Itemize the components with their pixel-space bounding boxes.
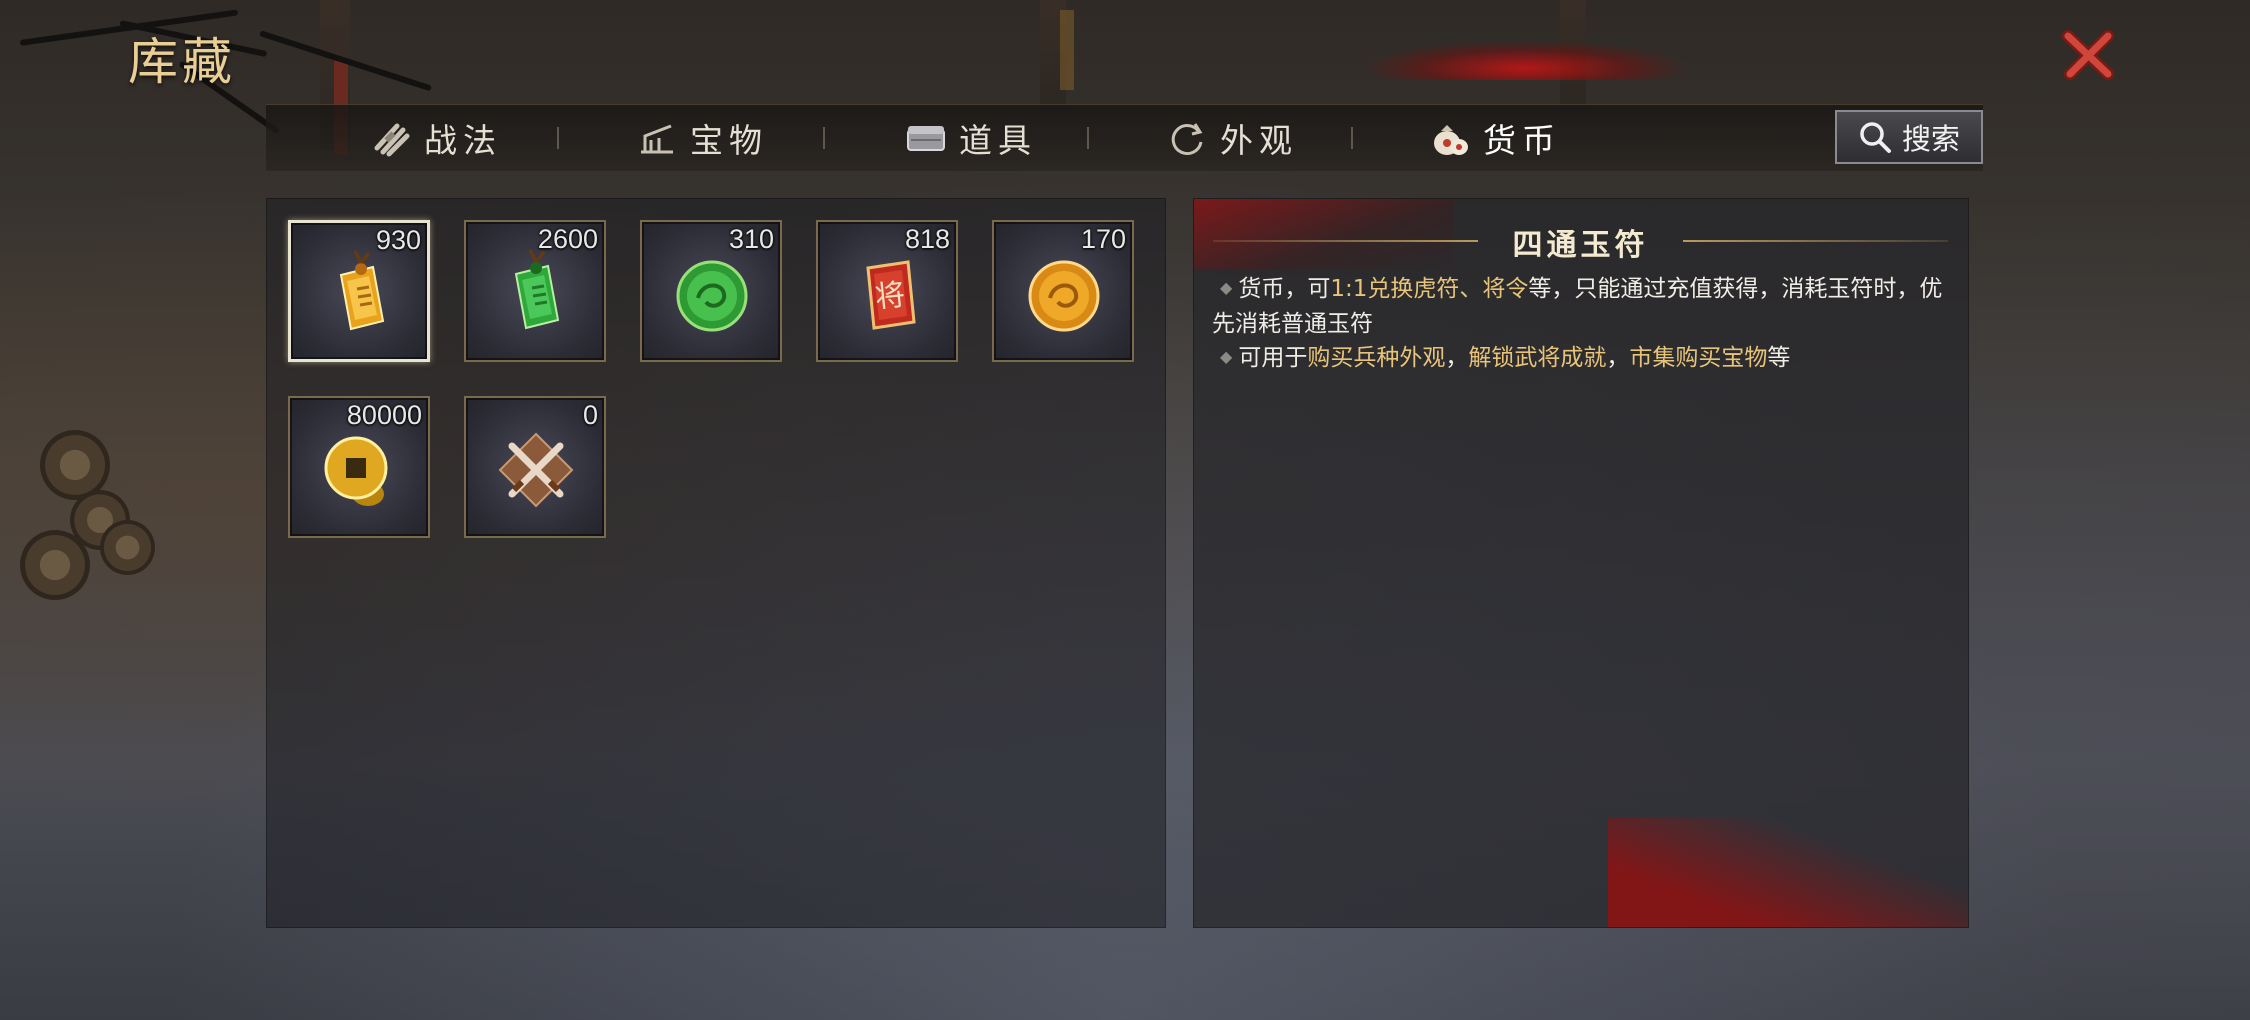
tab-tactics[interactable]: 战法	[336, 105, 536, 171]
tab-divider	[1351, 127, 1353, 149]
tab-treasures[interactable]: 宝物	[602, 105, 802, 171]
background-scroll	[100, 520, 155, 575]
item-name: 四通玉符	[1512, 228, 1649, 263]
tab-label: 货币	[1483, 121, 1561, 160]
search-button[interactable]: 搜索	[1835, 110, 1983, 164]
gold-dragon-coin-icon	[1028, 260, 1100, 332]
desc-text: 等	[1767, 345, 1791, 371]
inventory-item-crossed-swords-token[interactable]: 0	[464, 396, 606, 538]
desc-highlight: 解锁武将成就	[1468, 345, 1607, 371]
desc-highlight: 市集购买宝物	[1629, 345, 1768, 371]
inventory-item-general-order-token[interactable]: 818 将	[816, 220, 958, 362]
desc-highlight: 购买兵种外观	[1307, 345, 1446, 371]
bullet-icon: ◆	[1220, 278, 1233, 297]
scroll-bundle-icon	[370, 117, 412, 159]
background-tassel	[1060, 10, 1074, 90]
crossed-swords-icon	[498, 432, 574, 508]
tab-divider	[557, 127, 559, 149]
general-order-token-icon: 将	[866, 260, 916, 330]
close-icon	[2062, 30, 2114, 80]
active-tab-glow	[1360, 40, 1690, 80]
inventory-item-green-jade-coin[interactable]: 310	[640, 220, 782, 362]
search-icon	[1860, 122, 1891, 153]
tab-appearance[interactable]: 外观	[1132, 105, 1332, 171]
inventory-item-gold-jade-tally[interactable]: 930	[288, 220, 430, 362]
close-button[interactable]	[2058, 24, 2120, 86]
page-title: 库藏	[128, 33, 236, 91]
desc-text: ，	[1445, 345, 1469, 371]
money-bag-icon	[1429, 117, 1471, 159]
item-description-2: ◆ 可用于购买兵种外观，解锁武将成就，市集购买宝物等	[1212, 339, 1960, 376]
desc-text: 货币，可	[1238, 276, 1331, 302]
search-label: 搜索	[1901, 122, 1960, 156]
inventory-item-gold-dragon-coin[interactable]: 170	[992, 220, 1134, 362]
tab-divider	[823, 127, 825, 149]
tab-label: 战法	[424, 121, 502, 160]
bullet-icon: ◆	[1220, 347, 1233, 366]
desc-highlight: 1:1兑换虎符、将令	[1330, 276, 1529, 302]
tab-currency[interactable]: 货币	[1395, 105, 1595, 171]
decor-red-brush	[1608, 817, 1968, 927]
svg-text:将: 将	[873, 278, 906, 316]
treasure-icon	[636, 117, 678, 159]
chest-icon	[905, 117, 947, 159]
gold-jade-tally-icon	[339, 250, 385, 331]
item-description-1: ◆ 货币，可1:1兑换虎符、将令等，只能通过充值获得，消耗玉符时，优先消耗普通玉符	[1212, 270, 1960, 342]
tab-bar: 战法 宝物 道具 外观 货币	[266, 104, 1983, 172]
tab-label: 道具	[959, 121, 1037, 160]
background-scroll	[20, 530, 90, 600]
detail-title-bar: 四通玉符	[1213, 216, 1948, 266]
refresh-swirl-icon	[1166, 117, 1208, 159]
green-jade-tally-icon	[514, 249, 560, 330]
tab-label: 宝物	[690, 121, 768, 160]
copper-coin-icon	[324, 436, 388, 506]
green-jade-coin-icon	[676, 260, 748, 332]
tab-label: 外观	[1220, 121, 1298, 160]
desc-text: 可用于	[1238, 345, 1308, 371]
tab-divider	[1087, 127, 1089, 149]
inventory-item-green-jade-tally[interactable]: 2600	[464, 220, 606, 362]
inventory-item-copper-coin[interactable]: 80000	[288, 396, 430, 538]
desc-text: ，	[1606, 345, 1630, 371]
tab-props[interactable]: 道具	[871, 105, 1071, 171]
